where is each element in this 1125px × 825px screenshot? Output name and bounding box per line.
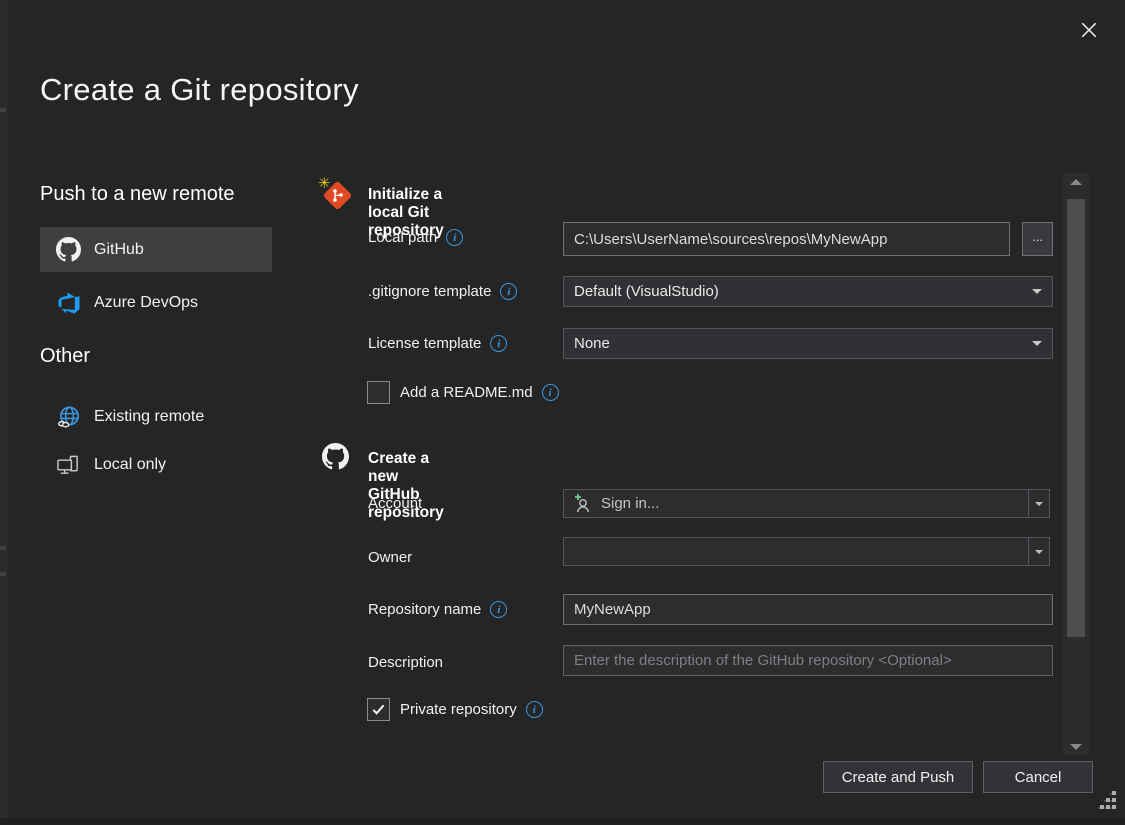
sidebar-item-label: Existing remote [94, 408, 204, 426]
local-path-label: Local path i [368, 229, 463, 246]
license-template-dropdown[interactable]: None [563, 328, 1053, 359]
git-branch-glyph [329, 187, 346, 204]
page-title: Create a Git repository [40, 72, 359, 108]
triangle-up-icon [1070, 179, 1082, 185]
vertical-scrollbar[interactable] [1063, 173, 1089, 755]
sidebar-item-local-only[interactable]: Local only [40, 444, 272, 486]
ide-left-edge [0, 0, 7, 825]
license-template-value: None [574, 335, 1032, 352]
scroll-down-button[interactable] [1063, 738, 1089, 755]
readme-checkbox-label: Add a README.md i [400, 384, 559, 401]
close-icon [1080, 21, 1098, 39]
sidebar-item-azure-devops[interactable]: Azure DevOps [40, 282, 272, 324]
account-combo-caret[interactable] [1028, 490, 1049, 517]
repository-name-label: Repository name i [368, 601, 507, 618]
triangle-down-icon [1070, 744, 1082, 750]
sidebar-heading-other: Other [40, 345, 90, 368]
info-icon[interactable]: i [490, 601, 507, 618]
local-path-input[interactable] [563, 222, 1010, 256]
globe-link-icon [56, 405, 81, 430]
close-button[interactable] [1070, 12, 1108, 48]
chevron-down-icon [1032, 289, 1042, 294]
add-account-icon [572, 494, 592, 514]
account-combo[interactable]: Sign in... [563, 489, 1050, 518]
chevron-down-icon [1032, 341, 1042, 346]
scroll-up-button[interactable] [1063, 173, 1089, 190]
github-icon [322, 443, 349, 470]
chevron-down-icon [1035, 550, 1043, 554]
info-icon[interactable]: i [542, 384, 559, 401]
description-label: Description [368, 654, 443, 671]
resize-grip[interactable] [1092, 791, 1118, 815]
sidebar-item-github[interactable]: GitHub [40, 227, 272, 272]
readme-checkbox[interactable] [367, 381, 390, 404]
info-icon[interactable]: i [446, 229, 463, 246]
create-and-push-button[interactable]: Create and Push [823, 761, 973, 793]
info-icon[interactable]: i [500, 283, 517, 300]
info-icon[interactable]: i [490, 335, 507, 352]
browse-button[interactable]: ... [1022, 222, 1053, 256]
account-value: Sign in... [601, 495, 659, 512]
gitignore-template-label: .gitignore template i [368, 283, 517, 300]
cancel-button[interactable]: Cancel [983, 761, 1093, 793]
repository-name-input[interactable] [563, 594, 1053, 625]
info-icon[interactable]: i [526, 701, 543, 718]
owner-combo-caret[interactable] [1028, 538, 1049, 565]
license-template-label: License template i [368, 335, 507, 352]
computer-icon [56, 453, 81, 478]
azure-devops-icon [56, 291, 81, 316]
readme-checkbox-row: Add a README.md i [367, 381, 559, 404]
ide-bottom-edge [0, 818, 1125, 825]
gitignore-template-dropdown[interactable]: Default (VisualStudio) [563, 276, 1053, 307]
github-icon [56, 237, 81, 262]
private-repository-label: Private repository i [400, 701, 543, 718]
owner-combo[interactable] [563, 537, 1050, 566]
description-input[interactable] [563, 645, 1053, 676]
gitignore-template-value: Default (VisualStudio) [574, 283, 1032, 300]
account-label: Account [368, 495, 422, 512]
sidebar-item-existing-remote[interactable]: Existing remote [40, 396, 272, 438]
sidebar-item-label: Azure DevOps [94, 294, 198, 312]
sidebar-heading-push-to-new-remote: Push to a new remote [40, 183, 235, 206]
owner-label: Owner [368, 549, 412, 566]
private-repository-checkbox[interactable] [367, 698, 390, 721]
sidebar-item-label: GitHub [94, 241, 144, 259]
create-git-repository-dialog: Create a Git repository Push to a new re… [0, 0, 1125, 825]
private-repository-checkbox-row: Private repository i [367, 698, 543, 721]
sidebar-item-label: Local only [94, 456, 166, 474]
chevron-down-icon [1035, 502, 1043, 506]
scrollbar-thumb[interactable] [1067, 199, 1085, 637]
